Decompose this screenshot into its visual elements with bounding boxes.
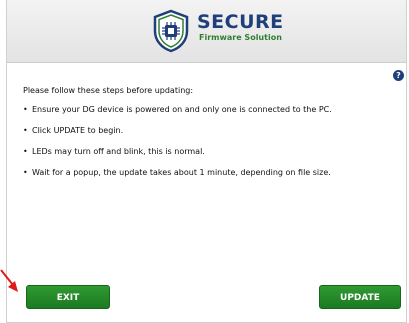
logo-subtitle: Firmware Solution bbox=[199, 33, 282, 42]
header-bar: SECURE Firmware Solution bbox=[7, 0, 406, 63]
bullet-icon: • bbox=[23, 147, 28, 156]
bullet-icon: • bbox=[23, 168, 28, 177]
step-text: Ensure your DG device is powered on and … bbox=[32, 105, 332, 114]
chip-shield-icon bbox=[153, 9, 189, 53]
exit-button[interactable]: EXIT bbox=[26, 285, 110, 309]
instructions-intro: Please follow these steps before updatin… bbox=[23, 86, 194, 95]
bullet-icon: • bbox=[23, 126, 28, 135]
instructions: Please follow these steps before updatin… bbox=[23, 86, 393, 189]
updater-window: SECURE Firmware Solution ? Please follow… bbox=[6, 0, 407, 323]
update-button[interactable]: UPDATE bbox=[319, 285, 401, 309]
help-icon[interactable]: ? bbox=[393, 70, 404, 81]
list-item: • Click UPDATE to begin. bbox=[23, 126, 393, 136]
logo-text: SECURE Firmware Solution bbox=[197, 11, 287, 43]
list-item: • Ensure your DG device is powered on and… bbox=[23, 105, 393, 115]
bullet-icon: • bbox=[23, 105, 28, 114]
step-text: LEDs may turn off and blink, this is nor… bbox=[32, 147, 205, 156]
list-item: • Wait for a popup, the update takes abou… bbox=[23, 168, 393, 178]
pointer-arrow-icon bbox=[0, 269, 18, 292]
step-text: Wait for a popup, the update takes about… bbox=[32, 168, 331, 177]
logo: SECURE Firmware Solution bbox=[151, 9, 283, 53]
list-item: • LEDs may turn off and blink, this is no… bbox=[23, 147, 393, 157]
logo-title: SECURE bbox=[197, 11, 284, 33]
step-text: Click UPDATE to begin. bbox=[32, 126, 124, 135]
steps-list: • Ensure your DG device is powered on and… bbox=[23, 105, 393, 178]
